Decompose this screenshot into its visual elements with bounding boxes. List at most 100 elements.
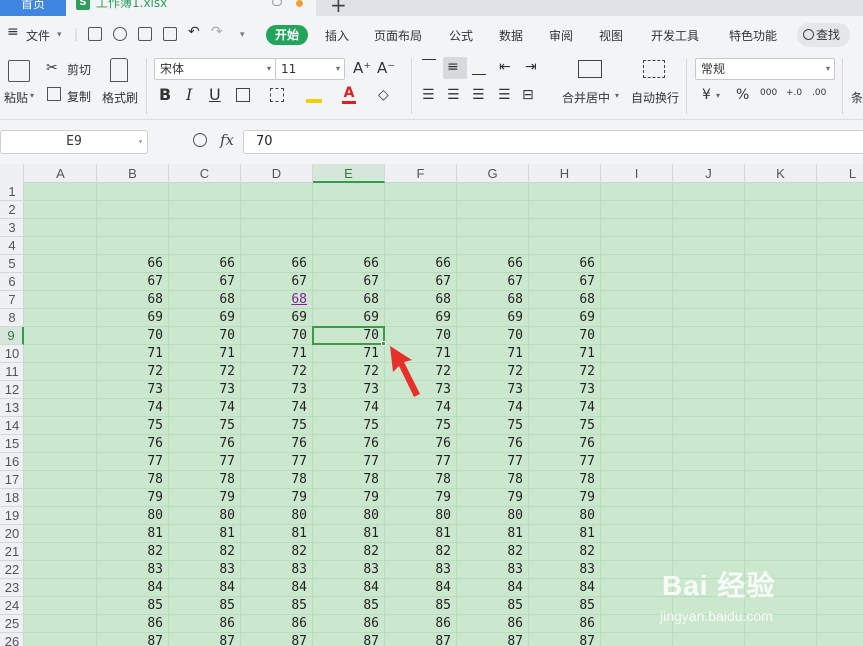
cell[interactable]: 79 — [529, 489, 601, 507]
cell[interactable]: 77 — [241, 453, 313, 471]
cell[interactable]: 78 — [457, 471, 529, 489]
align-left-icon[interactable]: ☰ — [422, 87, 435, 103]
align-right-icon[interactable]: ☰ — [472, 87, 485, 103]
cell[interactable]: 72 — [313, 363, 385, 381]
chevron-down-icon[interactable]: ▾ — [57, 30, 62, 40]
cell[interactable]: 68 — [313, 291, 385, 309]
cell[interactable]: 75 — [97, 417, 169, 435]
justify-icon[interactable]: ☰ — [498, 87, 511, 103]
cell[interactable]: 82 — [385, 543, 457, 561]
cell[interactable]: 76 — [169, 435, 241, 453]
cell[interactable]: 79 — [241, 489, 313, 507]
row-header-12[interactable]: 12 — [0, 381, 24, 399]
cell[interactable]: 67 — [241, 273, 313, 291]
cell[interactable]: 82 — [241, 543, 313, 561]
print-preview-icon[interactable] — [163, 27, 177, 41]
font-grow-icon[interactable]: A⁺ — [353, 60, 371, 76]
cell[interactable]: 69 — [385, 309, 457, 327]
cell[interactable]: 74 — [169, 399, 241, 417]
new-tab-button[interactable]: + — [330, 0, 347, 17]
row-header-3[interactable]: 3 — [0, 219, 24, 237]
cell[interactable]: 82 — [97, 543, 169, 561]
row-header-21[interactable]: 21 — [0, 543, 24, 561]
formula-input[interactable]: 70 — [243, 130, 863, 154]
cell[interactable]: 80 — [97, 507, 169, 525]
cell[interactable]: 70 — [529, 327, 601, 345]
cell[interactable]: 80 — [385, 507, 457, 525]
cell[interactable]: 84 — [241, 579, 313, 597]
cell[interactable]: 76 — [313, 435, 385, 453]
cell[interactable]: 87 — [169, 633, 241, 646]
active-cell-selection[interactable] — [312, 326, 385, 345]
cell[interactable]: 79 — [313, 489, 385, 507]
cell[interactable]: 73 — [313, 381, 385, 399]
cell[interactable]: 80 — [313, 507, 385, 525]
column-header-i[interactable]: I — [601, 164, 673, 183]
cell[interactable]: 85 — [241, 597, 313, 615]
cell[interactable]: 84 — [385, 579, 457, 597]
cell[interactable]: 86 — [97, 615, 169, 633]
font-size-select[interactable]: 11 ▾ — [275, 58, 345, 80]
cell[interactable]: 71 — [529, 345, 601, 363]
cell[interactable]: 87 — [97, 633, 169, 646]
cell[interactable]: 83 — [313, 561, 385, 579]
cell[interactable]: 79 — [169, 489, 241, 507]
cell[interactable]: 72 — [169, 363, 241, 381]
clear-format-icon[interactable]: ◇ — [378, 87, 389, 103]
cell[interactable]: 81 — [385, 525, 457, 543]
cell[interactable]: 78 — [97, 471, 169, 489]
cell[interactable]: 82 — [313, 543, 385, 561]
cell[interactable]: 86 — [529, 615, 601, 633]
cell[interactable]: 77 — [457, 453, 529, 471]
cell[interactable]: 66 — [97, 255, 169, 273]
fx-icon[interactable]: fx — [220, 131, 234, 149]
cell[interactable]: 71 — [169, 345, 241, 363]
cell[interactable]: 86 — [385, 615, 457, 633]
cell[interactable]: 75 — [529, 417, 601, 435]
number-format-select[interactable]: 常规 ▾ — [695, 58, 835, 80]
cell[interactable]: 67 — [313, 273, 385, 291]
cloud-sync-icon[interactable] — [113, 27, 127, 41]
cell[interactable]: 68 — [241, 291, 313, 309]
menu-formulas[interactable]: 公式 — [449, 27, 473, 44]
cell[interactable]: 84 — [457, 579, 529, 597]
row-header-8[interactable]: 8 — [0, 309, 24, 327]
cell[interactable]: 74 — [529, 399, 601, 417]
cell[interactable]: 77 — [385, 453, 457, 471]
row-header-10[interactable]: 10 — [0, 345, 24, 363]
cell[interactable]: 83 — [241, 561, 313, 579]
cell[interactable]: 76 — [385, 435, 457, 453]
row-header-7[interactable]: 7 — [0, 291, 24, 309]
copy-button[interactable]: 复制 — [67, 88, 91, 105]
conditional-format-button[interactable]: 条 — [851, 89, 863, 106]
cell[interactable]: 76 — [457, 435, 529, 453]
row-header-4[interactable]: 4 — [0, 237, 24, 255]
row-header-5[interactable]: 5 — [0, 255, 24, 273]
search-button[interactable]: 查找 — [797, 23, 850, 47]
cell[interactable]: 85 — [313, 597, 385, 615]
cell[interactable]: 85 — [457, 597, 529, 615]
cell[interactable]: 70 — [169, 327, 241, 345]
row-header-20[interactable]: 20 — [0, 525, 24, 543]
menu-view[interactable]: 视图 — [599, 27, 623, 44]
pin-icon[interactable] — [272, 0, 282, 6]
print-icon[interactable] — [138, 27, 152, 41]
cell[interactable]: 71 — [457, 345, 529, 363]
cell[interactable]: 85 — [529, 597, 601, 615]
row-header-11[interactable]: 11 — [0, 363, 24, 381]
cell[interactable]: 79 — [385, 489, 457, 507]
cell[interactable]: 66 — [385, 255, 457, 273]
font-name-select[interactable]: 宋体 ▾ — [154, 58, 276, 80]
column-header-f[interactable]: F — [385, 164, 457, 183]
cell[interactable]: 84 — [169, 579, 241, 597]
tab-workbook[interactable]: S 工作簿1.xlsx — [66, 0, 316, 16]
cell[interactable]: 86 — [169, 615, 241, 633]
align-top-icon[interactable]: ⎺ — [422, 58, 436, 74]
cell[interactable]: 72 — [241, 363, 313, 381]
cell[interactable]: 67 — [457, 273, 529, 291]
paste-icon[interactable] — [8, 60, 30, 82]
cell[interactable]: 66 — [169, 255, 241, 273]
cell[interactable]: 73 — [457, 381, 529, 399]
menu-insert[interactable]: 插入 — [325, 27, 349, 44]
row-header-1[interactable]: 1 — [0, 183, 24, 201]
